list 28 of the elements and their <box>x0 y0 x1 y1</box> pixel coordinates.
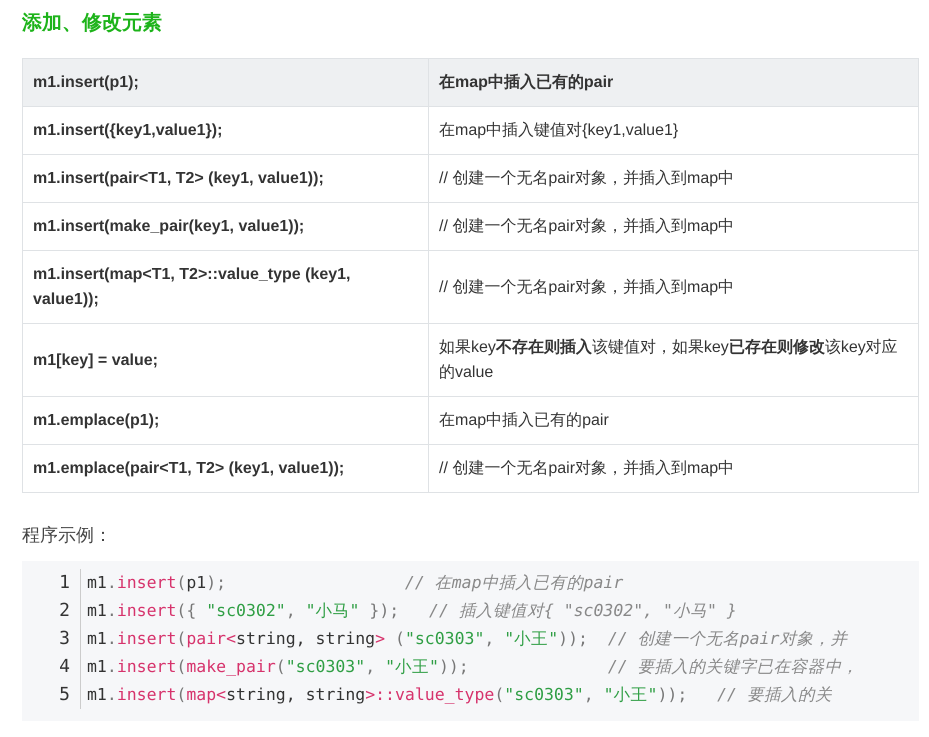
line-number: 3 <box>22 625 81 653</box>
table-cell: // 创建一个无名pair对象，并插入到map中 <box>428 444 918 492</box>
code-line: m1.insert(pair<string, string> ("sc0303", "小王")); // 创建一个无名pair对象，并 <box>86 628 848 650</box>
line-number: 2 <box>22 597 81 625</box>
table-cell: 在map中插入已有的pair <box>428 396 918 444</box>
example-label: 程序示例： <box>22 524 113 547</box>
table-cell: 在map中插入已有的pair <box>428 58 918 106</box>
line-number: 4 <box>22 653 81 681</box>
table-cell: m1.insert(pair<T1, T2> (key1, value1)); <box>22 154 428 202</box>
table-cell: // 创建一个无名pair对象，并插入到map中 <box>428 250 918 324</box>
code-line: m1.insert(make_pair("sc0303", "小王")); // 要插入的关键字已在容器中， <box>86 656 859 678</box>
code-line: m1.insert(map<string, string>::value_type("sc0303", "小王")); // 要插入的关 <box>86 684 832 706</box>
line-number: 1 <box>22 569 81 597</box>
table-cell: m1[key] = value; <box>22 324 428 396</box>
table-cell: // 创建一个无名pair对象，并插入到map中 <box>428 202 918 250</box>
line-number: 5 <box>22 681 81 709</box>
table-cell: m1.insert(make_pair(key1, value1)); <box>22 202 428 250</box>
table-cell: m1.emplace(p1); <box>22 396 428 444</box>
table-cell: m1.insert({key1,value1}); <box>22 106 428 154</box>
code-line: m1.insert(p1); // 在map中插入已有的pair <box>86 572 624 594</box>
code-line: m1.insert({ "sc0302", "小马" }); // 插入键值对{ "sc0302", "小马" } <box>86 600 737 622</box>
table-cell: 如果key不存在则插入该键值对，如果key已存在则修改该key对应的value <box>428 324 918 396</box>
table-cell: m1.insert(p1); <box>22 58 428 106</box>
table-cell: m1.emplace(pair<T1, T2> (key1, value1)); <box>22 444 428 492</box>
section-heading: 添加、修改元素 <box>22 11 163 36</box>
table-cell: m1.insert(map<T1, T2>::value_type (key1, value1)); <box>22 250 428 324</box>
table-cell: 在map中插入键值对{key1,value1} <box>428 106 918 154</box>
table-cell: // 创建一个无名pair对象，并插入到map中 <box>428 154 918 202</box>
